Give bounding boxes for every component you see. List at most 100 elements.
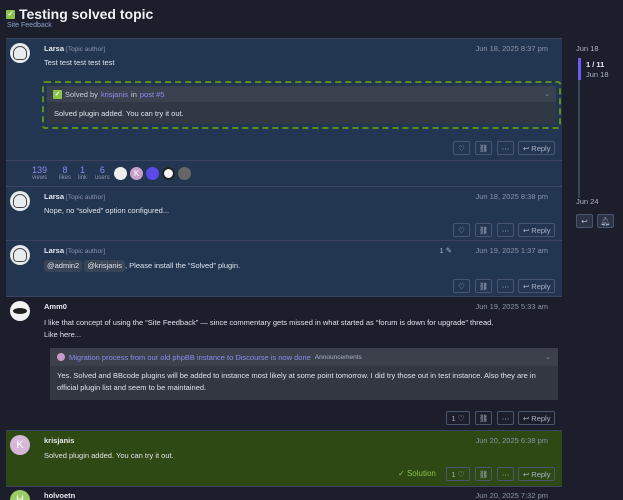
timeline-start-date[interactable]: Jun 18: [576, 44, 599, 53]
reply-label: Reply: [531, 281, 551, 291]
onebox-embed: Migration process from our old phpBB ins…: [50, 348, 558, 400]
more-button[interactable]: ⋯: [497, 467, 514, 481]
chevron-down-icon[interactable]: ⌄: [544, 90, 550, 98]
reply-button[interactable]: ↩ Reply: [518, 141, 556, 155]
post-date[interactable]: Jun 20, 2025 7:32 pm: [475, 491, 548, 500]
like-button[interactable]: 1 ♡: [446, 411, 470, 425]
stat-likes[interactable]: 8 likes: [59, 165, 71, 181]
reply-button[interactable]: ↩ Reply: [518, 411, 556, 425]
post-username[interactable]: Larsa [Topic author]: [44, 246, 105, 255]
post-username[interactable]: Larsa [Topic author]: [44, 44, 105, 53]
solved-quote: ✓ Solved by krisjanis in post #5 ⌄ Solve…: [42, 81, 561, 129]
solution-marker[interactable]: ✓ Solution: [398, 469, 436, 478]
stat-link[interactable]: 1 link: [78, 165, 87, 181]
embed-category[interactable]: Announcements: [315, 354, 362, 361]
stat-users[interactable]: 6 users: [95, 165, 110, 181]
quote-header: ✓ Solved by krisjanis in post #5 ⌄: [47, 86, 556, 102]
quote-in: in: [131, 89, 137, 99]
participant-avatar[interactable]: K: [130, 167, 143, 180]
post-4: Amm0 Jun 19, 2025 5:33 am I like that co…: [6, 296, 562, 430]
like-button[interactable]: ♡: [453, 279, 470, 293]
title-row: ✓ Testing solved topic: [6, 6, 153, 22]
avatar[interactable]: H: [10, 490, 30, 500]
like-button[interactable]: ♡: [453, 223, 470, 237]
reply-icon: ↩: [523, 225, 530, 235]
reply-icon: ↩: [523, 469, 530, 479]
embed-title-link[interactable]: Migration process from our old phpBB ins…: [69, 353, 311, 362]
reply-label: Reply: [531, 225, 551, 235]
post-body: @admin2 @krisjanis, Please install the “…: [44, 260, 240, 272]
post-date[interactable]: Jun 19, 2025 5:33 am: [475, 302, 548, 311]
copy-link-button[interactable]: ⛓: [475, 467, 492, 481]
more-button[interactable]: ⋯: [497, 223, 514, 237]
copy-link-button[interactable]: ⛓: [475, 141, 492, 155]
reply-icon: ↩: [581, 216, 588, 226]
pencil-icon: ✎: [445, 246, 452, 255]
reply-icon: ↩: [523, 281, 530, 291]
more-button[interactable]: ⋯: [497, 411, 514, 425]
post-1: Larsa [Topic author] Jun 18, 2025 8:37 pm…: [6, 38, 562, 160]
timeline-position: 1 / 11: [586, 60, 605, 69]
topic-timeline: Jun 18 1 / 11 Jun 18 Jun 24 ↩ 🔔︎: [576, 44, 620, 244]
copy-link-button[interactable]: ⛓: [475, 411, 492, 425]
timeline-handle[interactable]: [578, 58, 581, 80]
participant-avatar[interactable]: [178, 167, 191, 180]
post-date[interactable]: Jun 20, 2025 6:38 pm: [475, 436, 548, 445]
post-5-solution: K krisjanis Jun 20, 2025 6:38 pm Solved …: [6, 430, 562, 486]
chevron-down-icon[interactable]: ⌄: [545, 353, 551, 361]
post-username[interactable]: krisjanis: [44, 436, 74, 445]
timeline-end-date[interactable]: Jun 24: [576, 197, 599, 206]
stat-views[interactable]: 139 views: [32, 165, 47, 181]
reply-label: Reply: [531, 469, 551, 479]
avatar[interactable]: [10, 43, 30, 63]
quote-user-link[interactable]: krisjanis: [101, 90, 128, 99]
post-date[interactable]: Jun 18, 2025 8:37 pm: [475, 44, 548, 53]
post-2: Larsa [Topic author] Jun 18, 2025 8:38 pm…: [6, 186, 562, 240]
quote-body: Solved plugin added. You can try it out.: [54, 109, 184, 118]
avatar[interactable]: [10, 301, 30, 321]
category-link[interactable]: Site Feedback: [7, 22, 52, 29]
topic-stats: 139 views 8 likes 1 link 6 users K: [6, 160, 562, 186]
user-avatar-icon: [57, 353, 65, 361]
role-label: [Topic author]: [66, 194, 106, 201]
like-button[interactable]: 1 ♡: [446, 467, 470, 481]
solved-check-icon: ✓: [53, 89, 62, 99]
post-body-line2: Like here...: [44, 330, 82, 339]
avatar[interactable]: [10, 245, 30, 265]
copy-link-button[interactable]: ⛓: [475, 279, 492, 293]
reply-icon: ↩: [523, 143, 530, 153]
page-title[interactable]: Testing solved topic: [19, 6, 153, 22]
reply-label: Reply: [531, 143, 551, 153]
more-button[interactable]: ⋯: [497, 279, 514, 293]
quote-post-link[interactable]: post #5: [140, 90, 165, 99]
bell-icon: 🔔︎: [600, 216, 611, 226]
participant-avatar[interactable]: [114, 167, 127, 180]
copy-link-button[interactable]: ⛓: [475, 223, 492, 237]
reply-button[interactable]: ↩ Reply: [518, 279, 556, 293]
post-body: I like that concept of using the “Site F…: [44, 318, 494, 327]
mention[interactable]: @admin2: [44, 260, 83, 272]
post-username[interactable]: Larsa [Topic author]: [44, 192, 105, 201]
embed-body: Yes. Solved and BBcode plugins will be a…: [57, 371, 536, 392]
like-button[interactable]: ♡: [453, 141, 470, 155]
mention[interactable]: @krisjanis: [84, 260, 126, 272]
edit-history-button[interactable]: 1 ✎: [439, 246, 452, 255]
post-body: Solved plugin added. You can try it out.: [44, 451, 174, 460]
avatar[interactable]: K: [10, 435, 30, 455]
post-username[interactable]: holvoetn: [44, 491, 75, 500]
avatar[interactable]: [10, 191, 30, 211]
role-label: [Topic author]: [66, 248, 106, 255]
post-date[interactable]: Jun 19, 2025 1:37 am: [475, 246, 548, 255]
more-button[interactable]: ⋯: [497, 141, 514, 155]
reply-button[interactable]: ↩ Reply: [518, 223, 556, 237]
post-date[interactable]: Jun 18, 2025 8:38 pm: [475, 192, 548, 201]
notification-bell-button[interactable]: 🔔︎: [597, 214, 614, 228]
reply-label: Reply: [531, 413, 551, 423]
reply-button[interactable]: ↩ Reply: [518, 467, 556, 481]
post-username[interactable]: Amm0: [44, 302, 67, 311]
participant-avatar[interactable]: [146, 167, 159, 180]
participant-avatar[interactable]: [162, 167, 175, 180]
check-icon: ✓: [398, 469, 405, 478]
post-6: H holvoetn Jun 20, 2025 7:32 pm: [6, 486, 562, 500]
back-button[interactable]: ↩: [576, 214, 593, 228]
